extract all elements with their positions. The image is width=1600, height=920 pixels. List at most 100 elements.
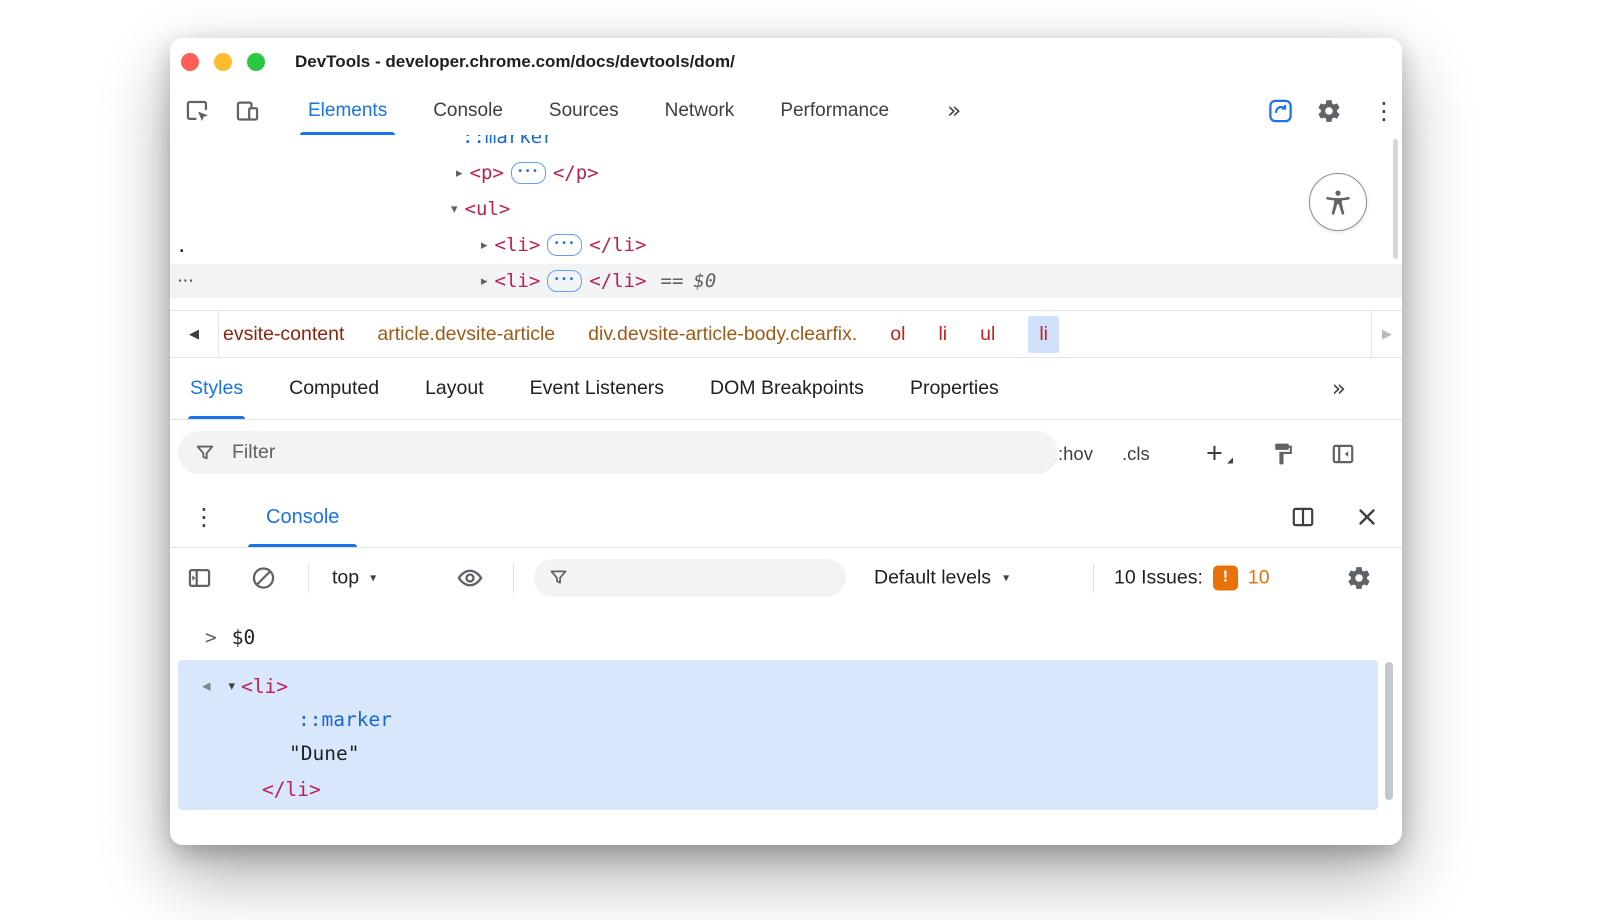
collapse-arrow-icon[interactable]: ▾ [451,202,458,217]
tree-node-marker-clipped[interactable]: ::marker [462,135,554,154]
breadcrumb-item[interactable]: ul [980,323,995,346]
elements-scrollbar[interactable] [1393,139,1398,259]
breadcrumb-item[interactable]: evsite-content [223,323,344,346]
close-window-button[interactable] [181,53,199,71]
device-toolbar-icon[interactable] [234,97,261,124]
toggle-sidebar-icon[interactable] [1330,441,1356,467]
inline-expand-button[interactable]: ••• [511,162,546,184]
console-messages: > $0 ◂ ▾ <li> ::marker "Dune" </li> [170,608,1402,845]
breadcrumb-list: evsite-content article.devsite-article d… [219,311,1371,357]
more-tabs-icon[interactable]: » [947,86,961,135]
breadcrumb-item-selected[interactable]: li [1028,316,1059,353]
console-evaluated-expression[interactable]: > $0 [205,621,255,653]
collapse-arrow-icon[interactable]: ▾ [229,679,236,694]
toolbar-divider [1093,563,1094,593]
drawer-kebab-menu-icon[interactable]: ⋮ [192,503,216,531]
tree-row-ul[interactable]: ▾ <ul> [170,192,1402,226]
console-filter-input[interactable] [581,565,836,590]
text-node-value: "Dune" [289,742,359,765]
result-row-marker[interactable]: ::marker [298,703,392,735]
tag-close: </p> [553,162,599,184]
breadcrumb-scroll-left-button[interactable]: ◀ [170,311,219,357]
extension-icon[interactable] [1267,97,1294,124]
live-expression-eye-icon[interactable] [456,564,484,592]
prompt-chevron: > [205,626,217,649]
issues-counter[interactable]: 10 Issues: ! 10 [1114,565,1270,590]
styles-tab-bar: Styles Computed Layout Event Listeners D… [170,358,1402,420]
pseudo-element-marker: ::marker [298,708,392,731]
window-title: DevTools - developer.chrome.com/docs/dev… [295,38,735,86]
breadcrumb-item[interactable]: li [938,323,947,346]
split-panel-icon[interactable] [1290,504,1316,530]
result-row-close[interactable]: </li> [262,773,321,805]
log-levels-dropdown[interactable]: Default levels ▾ [874,566,1009,589]
tab-styles[interactable]: Styles [190,358,243,419]
console-result-highlighted[interactable]: ◂ ▾ <li> ::marker "Dune" </li> [178,660,1378,810]
accessibility-person-icon [1323,187,1353,217]
close-drawer-icon[interactable] [1354,504,1380,530]
result-row-text[interactable]: "Dune" [289,737,359,769]
fullscreen-window-button[interactable] [247,53,265,71]
tab-dom-breakpoints[interactable]: DOM Breakpoints [710,358,864,419]
console-settings-gear-icon[interactable] [1346,565,1372,591]
elements-tree-panel: ::marker ▸<p>•••</p> ▾<ul> ▸<li>•••</li>… [170,135,1402,310]
tree-row-li[interactable]: ▸<li>•••</li> [170,228,1402,262]
dollar-zero-reference: $0 [693,270,716,292]
styles-filter-bar: :hov .cls + [170,420,1402,488]
kebab-menu-icon[interactable]: ⋮ [1372,97,1396,125]
tag-open: <li> [495,270,541,292]
styles-filter-input[interactable] [230,440,1042,465]
clear-console-icon[interactable] [250,564,277,591]
console-scrollbar[interactable] [1385,662,1393,800]
inline-expand-button[interactable]: ••• [547,234,582,256]
console-filter-field[interactable] [534,559,846,597]
tab-computed[interactable]: Computed [289,358,379,419]
accessibility-button[interactable] [1309,173,1367,231]
breadcrumb-scroll-right-button[interactable]: ▶ [1371,311,1402,357]
console-drawer-header: ⋮ Console [170,487,1402,548]
toggle-element-state-button[interactable]: :hov [1058,443,1093,465]
breadcrumb-bar: ◀ evsite-content article.devsite-article… [170,310,1402,358]
tab-properties[interactable]: Properties [910,358,999,419]
tag-open: <ul> [465,198,511,220]
drawer-tab-console[interactable]: Console [248,487,357,547]
result-row-open[interactable]: ◂ ▾ <li> [202,670,288,702]
new-style-rule-button[interactable]: + [1206,437,1223,470]
tag-close: </li> [589,270,646,292]
tab-sources[interactable]: Sources [539,86,629,135]
filter-funnel-icon [548,567,569,588]
breadcrumb-item[interactable]: div.devsite-article-body.clearfix. [588,323,857,346]
expand-arrow-icon[interactable]: ▸ [456,166,463,181]
expand-arrow-icon[interactable]: ▸ [481,238,488,253]
element-classes-button[interactable]: .cls [1122,443,1150,465]
console-sidebar-icon[interactable] [186,564,213,591]
tab-event-listeners[interactable]: Event Listeners [530,358,664,419]
inspect-element-icon[interactable] [184,97,211,124]
main-toolbar: Elements Console Sources Network Perform… [170,86,1402,136]
result-open-tag: <li> [241,675,288,698]
tab-performance[interactable]: Performance [770,86,899,135]
inline-expand-button[interactable]: ••• [547,270,582,292]
issues-badge-icon: ! [1213,565,1238,590]
rendering-emulation-icon[interactable] [1270,441,1295,466]
tree-row-li-selected[interactable]: ▸<li>•••</li>==$0 [170,264,1402,298]
clipped-text-node: . [176,235,187,257]
expand-arrow-icon[interactable]: ▸ [481,274,488,289]
styles-filter-field[interactable] [178,431,1058,474]
execution-context-selector[interactable]: top ▾ [332,566,376,589]
tree-row-p[interactable]: ▸<p>•••</p> [170,156,1402,190]
issues-label: 10 Issues: [1114,566,1203,589]
tab-elements[interactable]: Elements [298,86,397,135]
tab-console[interactable]: Console [423,86,513,135]
traffic-lights [181,53,265,71]
breadcrumb-item[interactable]: article.devsite-article [377,323,555,346]
context-label: top [332,566,359,589]
more-sidebar-tabs-icon[interactable]: » [1332,358,1346,419]
settings-gear-icon[interactable] [1316,98,1342,124]
toolbar-divider [513,563,514,593]
chevron-down-icon: ▾ [370,571,376,585]
breadcrumb-item[interactable]: ol [890,323,905,346]
minimize-window-button[interactable] [214,53,232,71]
tab-layout[interactable]: Layout [425,358,484,419]
tab-network[interactable]: Network [655,86,745,135]
